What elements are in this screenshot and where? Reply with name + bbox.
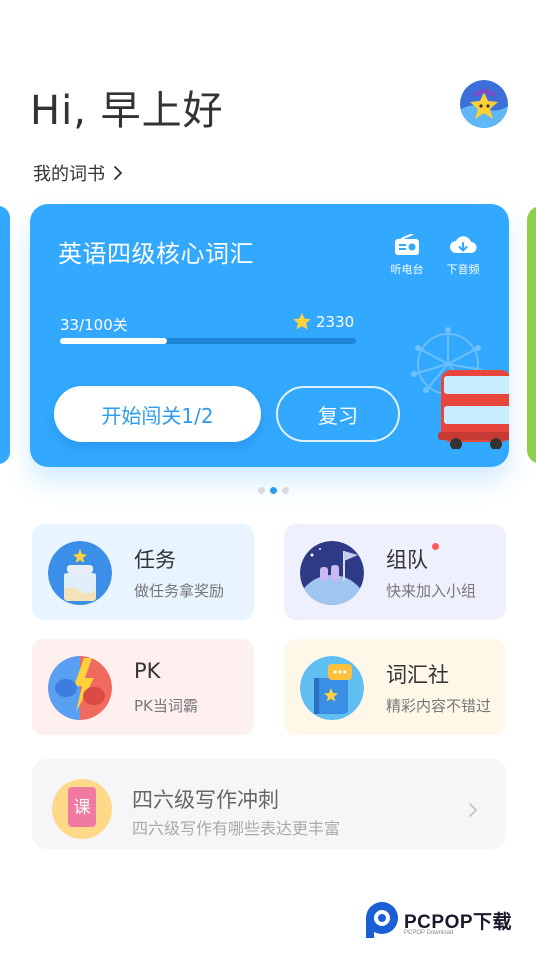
star-count: 2330 <box>292 312 354 331</box>
radio-icon <box>395 234 419 255</box>
team-title: 组队 <box>386 548 428 572</box>
writing-course-banner[interactable]: 课 四六级写作冲刺 四六级写作有哪些表达更丰富 <box>32 759 506 849</box>
wordbook-title: 英语四级核心词汇 <box>58 240 254 268</box>
carousel-dot[interactable] <box>258 487 265 494</box>
vocab-book-icon <box>300 656 364 720</box>
level-progress-text: 33/100关 <box>60 316 128 334</box>
progress-bar-fill <box>60 338 167 344</box>
team-subtitle: 快来加入小组 <box>386 582 477 600</box>
team-tile[interactable]: 组队 快来加入小组 <box>284 524 506 620</box>
progress-bar <box>60 338 356 344</box>
carousel-dot[interactable] <box>270 487 277 494</box>
task-tile[interactable]: 任务 做任务拿奖励 <box>32 524 254 620</box>
carousel-dot[interactable] <box>282 487 289 494</box>
vocab-club-title: 词汇社 <box>386 663 449 687</box>
review-button[interactable]: 复习 <box>276 386 400 442</box>
vocab-club-tile[interactable]: 词汇社 精彩内容不错过 <box>284 639 506 735</box>
task-title: 任务 <box>134 548 176 572</box>
pk-tile[interactable]: PK PK当词霸 <box>32 639 254 735</box>
vocab-club-subtitle: 精彩内容不错过 <box>386 697 492 715</box>
greeting-title: Hi, 早上好 <box>30 88 224 134</box>
avatar-star-icon <box>460 80 508 128</box>
pk-subtitle: PK当词霸 <box>134 697 198 715</box>
watermark-subtext: PCPOP Download <box>404 930 454 936</box>
my-wordbook-link[interactable]: 我的词书 <box>33 160 123 186</box>
previous-card-peek[interactable] <box>0 206 10 464</box>
download-label: 下音频 <box>446 263 480 276</box>
watermark: PCPOP下载 PCPOP Download <box>364 900 512 940</box>
wordbook-card: 英语四级核心词汇 听电台 下音频 33/100关 2330 开始闯关1/2 复习 <box>30 204 509 467</box>
team-moon-flag-icon <box>300 541 364 605</box>
star-count-value: 2330 <box>316 312 355 331</box>
task-subtitle: 做任务拿奖励 <box>134 582 225 600</box>
my-wordbook-label: 我的词书 <box>33 164 105 185</box>
radio-button[interactable]: 听电台 <box>382 234 432 277</box>
banner-title: 四六级写作冲刺 <box>132 788 279 812</box>
cloud-download-icon <box>450 236 477 253</box>
pk-title: PK <box>134 659 161 683</box>
london-bus-illustration <box>411 327 509 449</box>
star-icon <box>293 313 311 330</box>
carousel-indicator <box>258 487 289 494</box>
course-badge-text: 课 <box>73 798 91 818</box>
pk-boxing-gloves-icon <box>48 656 112 720</box>
chevron-right-icon <box>469 803 478 817</box>
radio-label: 听电台 <box>390 263 424 276</box>
start-level-button[interactable]: 开始闯关1/2 <box>54 386 261 442</box>
banner-subtitle: 四六级写作有哪些表达更丰富 <box>132 819 341 838</box>
chevron-right-icon <box>114 166 123 180</box>
course-badge: 课 <box>52 779 112 839</box>
task-jar-icon <box>48 541 112 605</box>
download-audio-button[interactable]: 下音频 <box>438 234 488 277</box>
next-card-peek[interactable] <box>527 206 536 464</box>
notification-dot <box>432 543 439 550</box>
pcpop-logo-icon <box>366 902 398 938</box>
user-avatar[interactable] <box>460 80 508 128</box>
